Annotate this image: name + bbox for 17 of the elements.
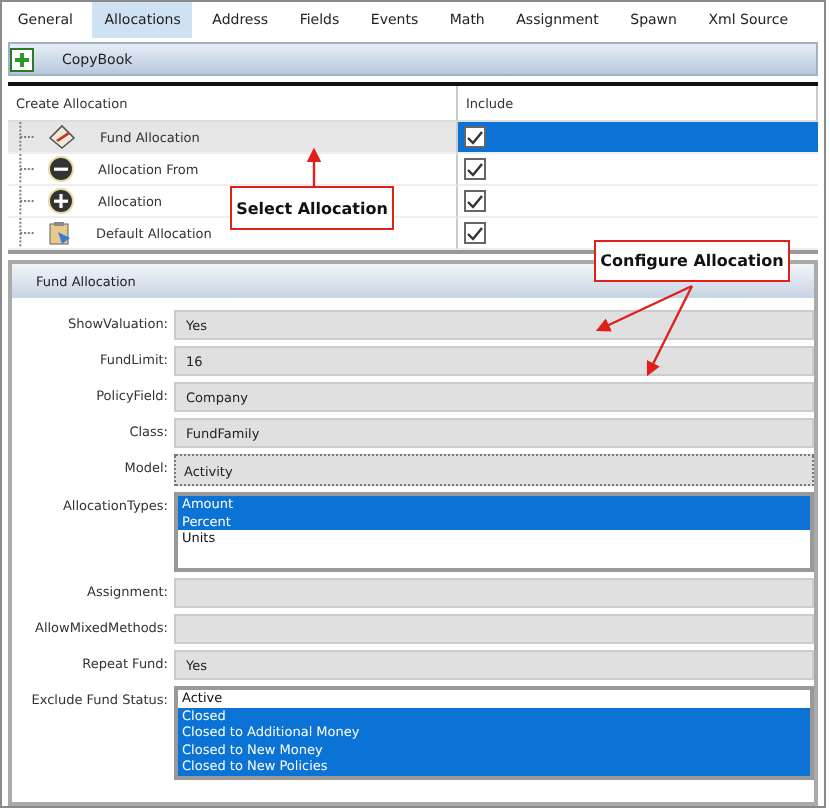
callout: Select Allocation bbox=[230, 186, 394, 230]
clipboard-icon bbox=[48, 220, 72, 246]
input-field[interactable] bbox=[174, 578, 814, 608]
pencil-paper-icon bbox=[48, 124, 76, 150]
input-field[interactable] bbox=[174, 614, 814, 644]
tree-connector bbox=[16, 154, 36, 184]
tree-connector bbox=[16, 122, 36, 152]
plus-icon bbox=[10, 47, 34, 71]
callout: Configure Allocation bbox=[594, 240, 790, 282]
arrow bbox=[306, 147, 322, 186]
checkbox[interactable] bbox=[464, 158, 486, 180]
tree-connector bbox=[16, 186, 36, 216]
checkbox[interactable] bbox=[464, 190, 486, 212]
checkbox[interactable] bbox=[464, 126, 486, 148]
tree-connector bbox=[16, 218, 36, 248]
checkbox[interactable] bbox=[464, 222, 486, 244]
minus-circle-icon bbox=[48, 156, 74, 182]
